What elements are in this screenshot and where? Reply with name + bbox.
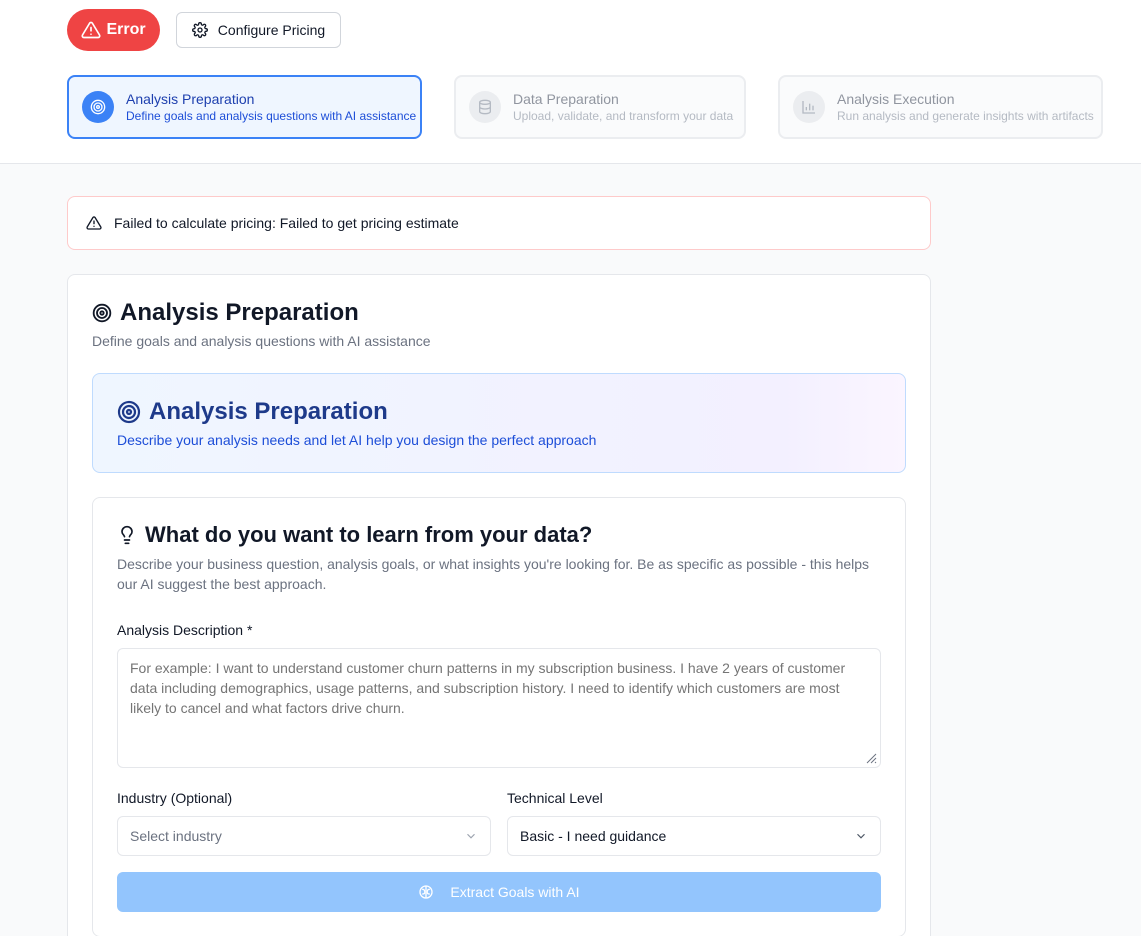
error-label: Error — [106, 21, 146, 38]
analysis-preparation-card: Analysis Preparation Define goals and an… — [67, 274, 931, 936]
resize-handle-icon[interactable] — [865, 752, 877, 764]
description-label: Analysis Description * — [117, 622, 253, 638]
brain-icon — [419, 885, 434, 899]
banner-subtitle: Describe your analysis needs and let AI … — [117, 432, 597, 448]
card-subtitle: Define goals and analysis questions with… — [92, 333, 431, 349]
chevron-down-icon — [857, 833, 865, 839]
card-title-text: Analysis Preparation — [120, 299, 359, 326]
gear-icon — [191, 22, 208, 38]
step-title: Analysis Preparation — [126, 91, 255, 107]
step-data-preparation[interactable]: Data Preparation Upload, validate, and t… — [454, 75, 746, 139]
step-subtitle: Upload, validate, and transform your dat… — [513, 109, 734, 123]
question-form: What do you want to learn from your data… — [92, 497, 906, 936]
question-title: What do you want to learn from your data… — [117, 522, 592, 548]
configure-pricing-label: Configure Pricing — [217, 22, 326, 38]
banner-title-text: Analysis Preparation — [149, 398, 388, 425]
industry-select[interactable]: Select industry — [117, 816, 491, 856]
card-title: Analysis Preparation — [92, 299, 359, 327]
banner-title: Analysis Preparation — [117, 398, 388, 426]
alert-message: Failed to calculate pricing: Failed to g… — [114, 215, 459, 231]
extract-goals-label: Extract Goals with AI — [450, 884, 580, 900]
analysis-description-textarea[interactable] — [117, 648, 881, 768]
pricing-error-alert: Failed to calculate pricing: Failed to g… — [67, 196, 931, 250]
technical-level-value: Basic - I need guidance — [520, 828, 667, 844]
question-title-text: What do you want to learn from your data… — [145, 522, 593, 547]
extract-goals-button[interactable]: Extract Goals with AI — [117, 872, 881, 912]
alert-triangle-icon — [81, 21, 101, 39]
industry-label: Industry (Optional) — [117, 790, 233, 806]
step-title: Data Preparation — [513, 91, 619, 107]
database-icon — [479, 99, 491, 115]
lightbulb-icon — [121, 525, 133, 545]
target-icon — [117, 400, 141, 424]
error-button[interactable]: Error — [67, 9, 160, 51]
configure-pricing-button[interactable]: Configure Pricing — [176, 12, 341, 48]
target-icon — [90, 99, 106, 115]
step-subtitle: Run analysis and generate insights with … — [837, 109, 1094, 123]
step-title: Analysis Execution — [837, 91, 955, 107]
bar-chart-icon — [802, 101, 815, 114]
question-subtitle: Describe your business question, analysi… — [117, 556, 870, 592]
step-subtitle: Define goals and analysis questions with… — [126, 109, 417, 123]
step-analysis-execution[interactable]: Analysis Execution Run analysis and gene… — [778, 75, 1103, 139]
step-analysis-preparation[interactable]: Analysis Preparation Define goals and an… — [67, 75, 422, 139]
chevron-down-icon — [467, 833, 475, 839]
alert-triangle-icon — [86, 216, 102, 230]
technical-level-select[interactable]: Basic - I need guidance — [507, 816, 881, 856]
industry-select-value: Select industry — [130, 828, 222, 844]
target-icon — [92, 303, 112, 323]
top-bar: Error Configure Pricing Analysis Prepara… — [0, 0, 1141, 164]
technical-level-label: Technical Level — [507, 790, 603, 806]
intro-banner: Analysis Preparation Describe your analy… — [92, 373, 906, 473]
